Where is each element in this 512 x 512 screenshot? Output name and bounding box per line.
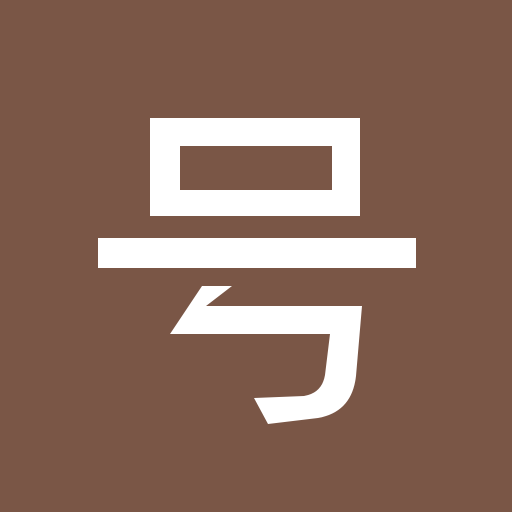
- glyph-horizontal-bar: [98, 238, 416, 268]
- glyph-upper-box: [150, 118, 360, 216]
- hao-character-icon: [98, 118, 416, 424]
- glyph-lower-hook: [170, 286, 362, 424]
- app-icon-tile[interactable]: 号: [0, 0, 512, 512]
